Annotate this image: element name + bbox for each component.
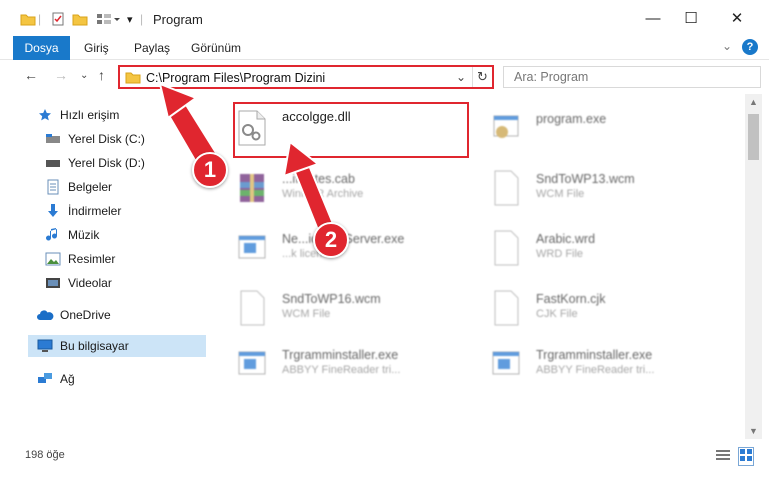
arrow-2 [282,140,336,232]
step-2-badge: 2 [313,222,349,258]
step-1-badge: 1 [192,152,228,188]
arrow-1 [158,82,220,164]
annotation-arrows [158,82,336,232]
